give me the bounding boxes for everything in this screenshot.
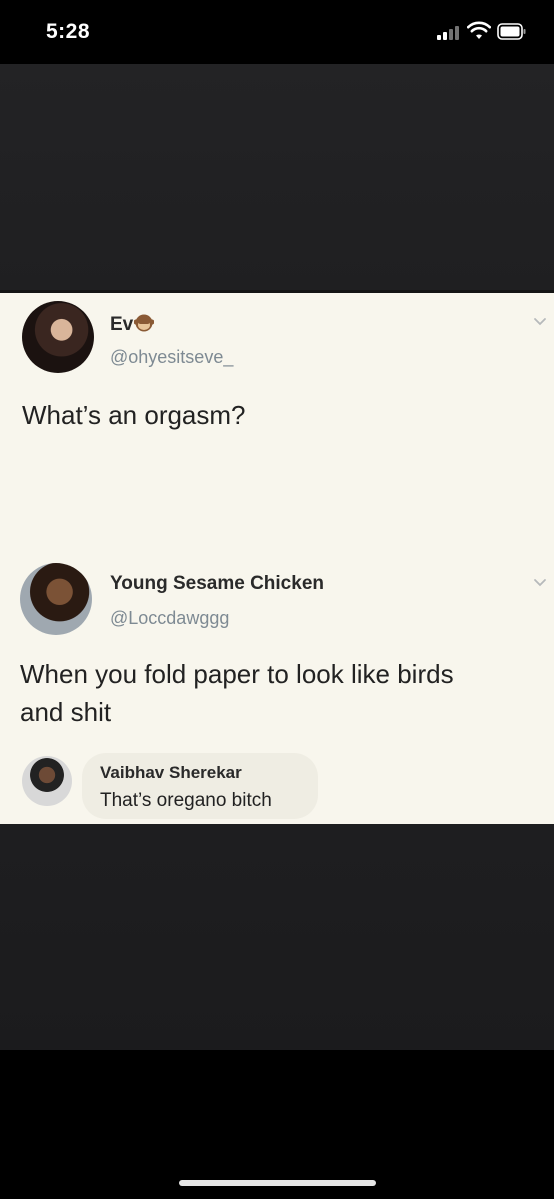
comment-author[interactable]: Vaibhav Sherekar: [100, 763, 242, 783]
photo-top-area: [0, 64, 554, 290]
photo-bottom-area: [0, 824, 554, 1050]
reply-tweet-text-line: and shit: [20, 697, 112, 727]
monkey-emoji-icon: [134, 314, 155, 332]
bottom-bar: [0, 1050, 554, 1199]
tweet-author-name-text: Ev: [110, 314, 134, 335]
reply-author-handle[interactable]: @Loccdawggg: [110, 608, 229, 629]
tweet-card: Ev @ohyesitseve_ What’s an orgasm? Young…: [0, 290, 554, 824]
tweet-text: What’s an orgasm?: [22, 400, 246, 430]
tweet-author-handle[interactable]: @ohyesitseve_: [110, 347, 233, 368]
tweet-author-name[interactable]: Ev: [110, 313, 155, 336]
reply-tweet-text-line: When you fold paper to look like birds: [20, 659, 454, 689]
avatar[interactable]: [22, 301, 94, 373]
screen: 5:28 Ev @ohyesitseve_ What’s an orgasm? …: [0, 0, 554, 1199]
avatar[interactable]: [22, 756, 72, 806]
status-bar: 5:28: [0, 0, 554, 64]
reply-tweet-text: When you fold paper to look like birds a…: [20, 655, 454, 731]
avatar[interactable]: [20, 563, 92, 635]
wifi-icon: [467, 21, 491, 39]
comment-text: That’s oregano bitch: [100, 790, 272, 811]
chevron-down-icon[interactable]: [533, 578, 547, 588]
status-time: 5:28: [46, 20, 91, 43]
battery-icon: [497, 23, 526, 40]
chevron-down-icon[interactable]: [533, 317, 547, 327]
signal-bars-icon: [437, 24, 461, 40]
home-indicator[interactable]: [179, 1180, 376, 1186]
reply-author-name[interactable]: Young Sesame Chicken: [110, 573, 324, 595]
